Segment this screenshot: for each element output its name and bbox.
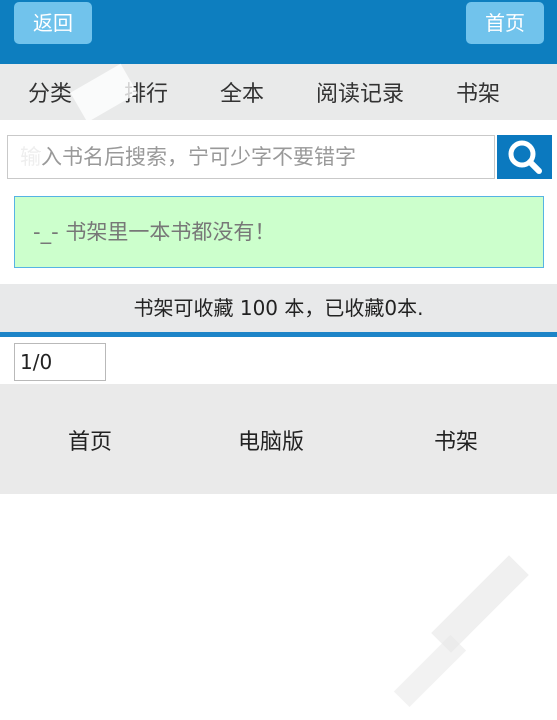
divider: [0, 332, 557, 337]
nav-bar: 分类 排行 全本 阅读记录 书架: [0, 64, 557, 120]
watermark-blur: [431, 555, 529, 653]
back-button[interactable]: 返回: [14, 2, 92, 44]
nav-item-category[interactable]: 分类: [28, 76, 72, 108]
nav-item-bookshelf[interactable]: 书架: [456, 76, 500, 108]
footer-home-link[interactable]: 首页: [68, 424, 112, 456]
search-icon: [508, 140, 542, 174]
nav-item-complete[interactable]: 全本: [220, 76, 264, 108]
footer-bookshelf-link[interactable]: 书架: [434, 424, 478, 456]
nav-item-ranking[interactable]: 排行: [124, 76, 168, 108]
shelf-capacity-text: 书架可收藏 100 本，已收藏0本.: [0, 284, 557, 332]
watermark-blur: [393, 634, 467, 708]
home-button[interactable]: 首页: [466, 2, 544, 44]
page-number-input[interactable]: 1/0: [14, 343, 106, 381]
search-bar: [7, 135, 552, 181]
search-button[interactable]: [497, 135, 552, 179]
nav-item-history[interactable]: 阅读记录: [316, 76, 404, 108]
footer-nav: 首页 电脑版 书架: [0, 384, 557, 494]
footer-pc-version-link[interactable]: 电脑版: [238, 424, 304, 456]
top-bar: 返回 首页: [0, 0, 557, 64]
search-input[interactable]: [7, 135, 495, 179]
empty-shelf-notice: -_- 书架里一本书都没有！: [14, 196, 544, 268]
